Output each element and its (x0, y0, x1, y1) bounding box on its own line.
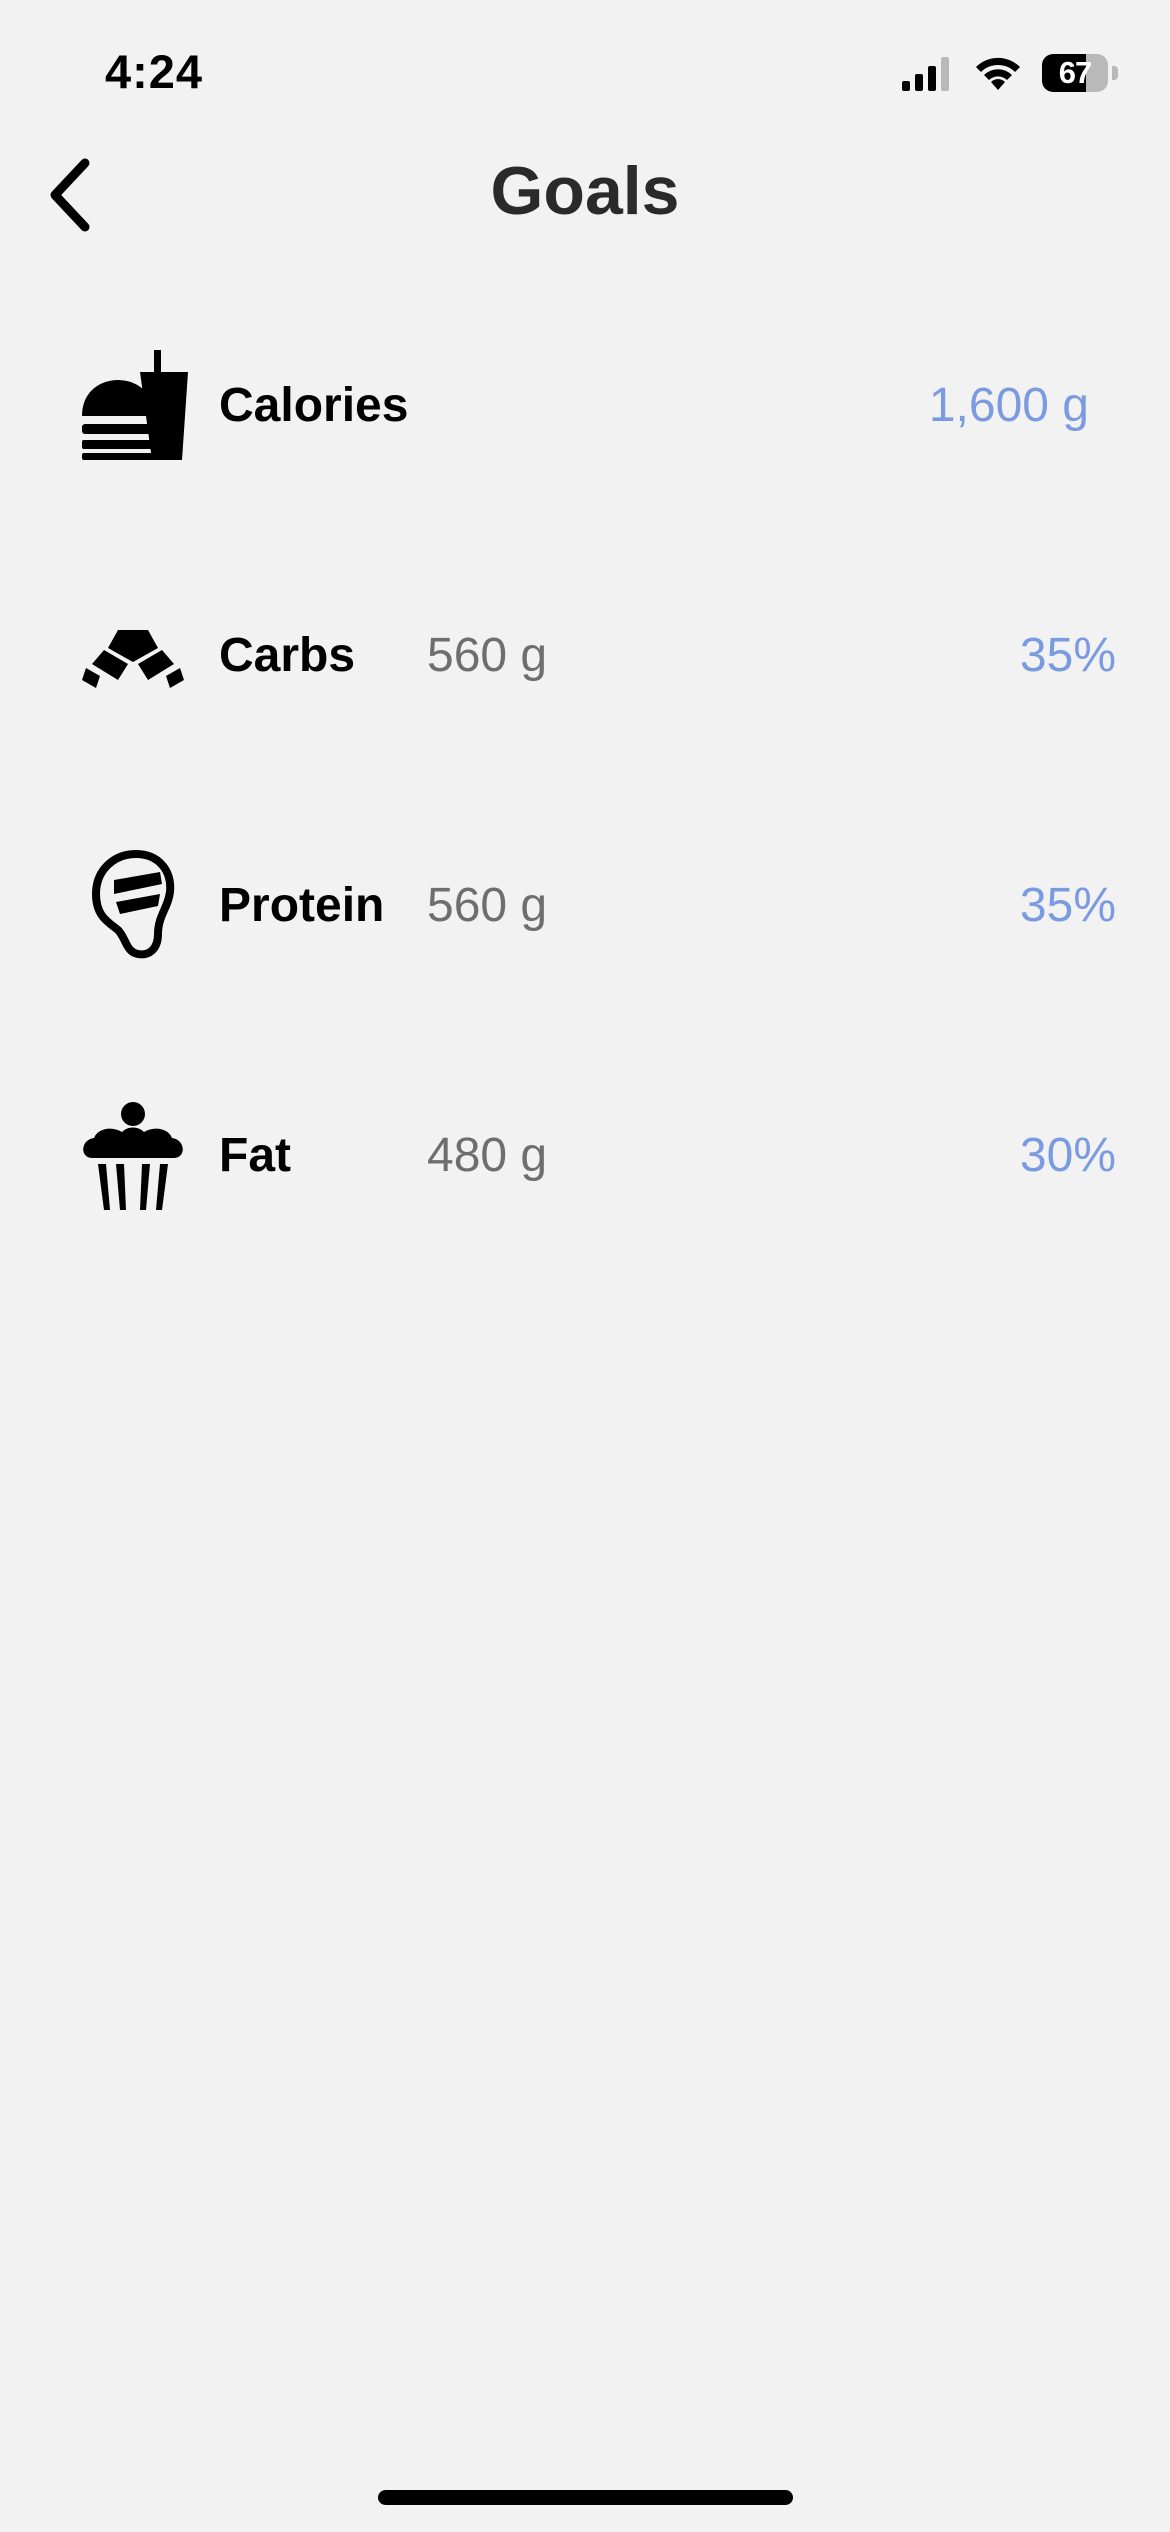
status-time: 4:24 (105, 45, 204, 98)
steak-icon (78, 850, 188, 960)
burger-drink-icon (78, 350, 188, 460)
cellular-signal-icon (902, 57, 949, 91)
goal-row-carbs[interactable]: Carbs 560 g 35% (0, 570, 1170, 820)
goal-grams: 560 g (427, 879, 548, 932)
wifi-icon (976, 57, 1020, 90)
home-indicator[interactable] (378, 2490, 793, 2505)
goal-label: Protein (219, 879, 385, 932)
goal-row-calories[interactable]: Calories 1,600 g (0, 320, 1170, 570)
goal-label: Carbs (219, 629, 356, 682)
goal-row-protein[interactable]: Protein 560 g 35% (0, 820, 1170, 1070)
cupcake-icon (78, 1100, 188, 1210)
status-icons: 67 (902, 50, 1118, 96)
goal-grams: 560 g (427, 629, 548, 682)
croissant-icon (78, 600, 188, 710)
goal-value: 35% (1019, 879, 1116, 932)
goal-value: 30% (1019, 1129, 1116, 1182)
status-bar: 4:24 67 (0, 0, 1170, 150)
goal-grams: 480 g (427, 1129, 548, 1182)
battery-icon: 67 (1042, 54, 1108, 92)
goal-label: Fat (219, 1129, 291, 1182)
goal-list: Calories 1,600 g Carbs 560 g 35% Protein (0, 320, 1170, 1320)
goal-value: 35% (1019, 629, 1116, 682)
battery-nub (1112, 66, 1118, 80)
battery-percent: 67 (1058, 55, 1092, 90)
nav-bar: Goals (0, 140, 1170, 250)
goal-value: 1,600 g (928, 379, 1089, 432)
goal-label: Calories (219, 379, 409, 432)
page-title: Goals (490, 153, 680, 229)
goal-row-fat[interactable]: Fat 480 g 30% (0, 1070, 1170, 1320)
